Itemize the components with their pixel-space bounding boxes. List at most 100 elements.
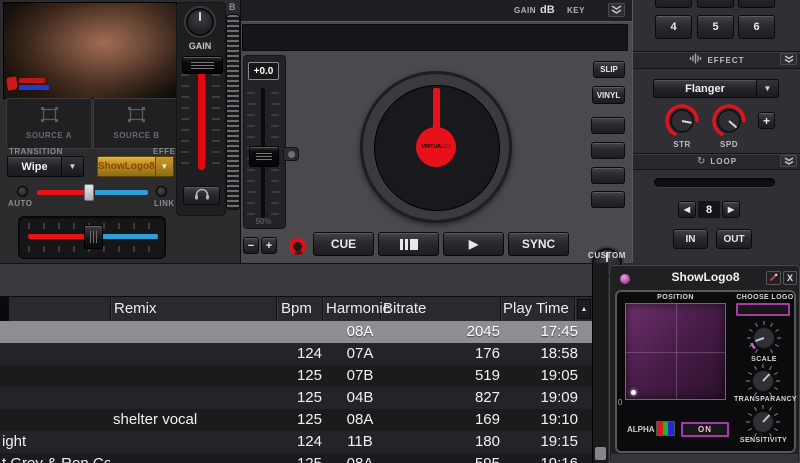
cell-bitrate: 827: [426, 387, 500, 409]
loop-header: ↻ LOOP: [633, 153, 800, 170]
pad-blank-4[interactable]: [591, 191, 625, 208]
pad-6[interactable]: 6: [738, 15, 775, 39]
sync-button[interactable]: SYNC: [508, 232, 569, 256]
table-row[interactable]: ight12411B18019:15: [0, 431, 592, 453]
gain-label: GAIN: [176, 41, 224, 51]
link-radio[interactable]: [156, 186, 167, 197]
loop-double-button[interactable]: ▶: [722, 201, 740, 218]
plugin-close-button[interactable]: X: [783, 271, 797, 285]
cell-time: 19:10: [503, 409, 578, 431]
custom-knob-label: CUSTOM: [584, 251, 630, 260]
plugin-edit-button[interactable]: [766, 271, 781, 285]
cell-remix: [113, 431, 261, 453]
transparency-knob[interactable]: [745, 363, 781, 399]
scale-knob[interactable]: [746, 320, 782, 356]
loop-out-button[interactable]: OUT: [716, 229, 752, 249]
browser-scrollbar[interactable]: [592, 263, 608, 463]
auto-radio[interactable]: [17, 186, 28, 197]
jog-center-logo: VIRTUALDJ: [416, 127, 456, 167]
alpha-on-button[interactable]: ON: [681, 422, 729, 437]
transition-value: Wipe: [8, 161, 61, 173]
loop-collapse-button[interactable]: [780, 155, 797, 167]
info-collapse-button[interactable]: [608, 3, 625, 17]
step-prev-icon: ◀: [684, 205, 690, 214]
table-row[interactable]: t Grey & Ron Costa12508A59519:16: [0, 453, 592, 463]
jog-wheel[interactable]: VIRTUALDJ: [360, 71, 512, 223]
effect-spd-knob[interactable]: [711, 103, 747, 139]
position-xy-pad[interactable]: [625, 303, 726, 400]
cell-remix: shelter vocal: [113, 409, 261, 431]
table-row[interactable]: 12504B82719:09: [0, 387, 592, 409]
effect-str-knob[interactable]: [664, 103, 700, 139]
scratch-strip[interactable]: [226, 14, 240, 210]
double-chevron-down-icon: [611, 1, 622, 19]
cell-remix: [113, 365, 261, 387]
alpha-color-swatch[interactable]: [656, 421, 675, 436]
record-indicator[interactable]: [289, 238, 306, 255]
link-label: LINK: [154, 199, 175, 208]
column-bpm[interactable]: Bpm: [281, 297, 312, 321]
vinyl-button[interactable]: VINYL: [592, 86, 625, 104]
table-row[interactable]: 12407A17618:58: [0, 343, 592, 365]
pad-blank-1[interactable]: [591, 117, 625, 134]
loop-position-bar[interactable]: [654, 178, 775, 187]
effect-collapse-button[interactable]: [780, 53, 797, 65]
gain-fader-handle[interactable]: [182, 56, 223, 74]
position-marker[interactable]: [631, 390, 636, 395]
crossfader-handle[interactable]: [84, 225, 103, 249]
effect-str-label: STR: [664, 140, 700, 149]
pad-1[interactable]: [655, 0, 692, 8]
column-bitrate[interactable]: Bitrate: [383, 297, 426, 321]
video-source-b[interactable]: SOURCE B: [93, 98, 180, 149]
pad-5[interactable]: 5: [697, 15, 734, 39]
column-playtime[interactable]: Play Time: [503, 297, 569, 321]
source-b-label: SOURCE B: [113, 131, 159, 140]
gain-knob[interactable]: [186, 8, 214, 36]
column-remix[interactable]: Remix: [114, 297, 157, 321]
play-button[interactable]: ▶: [443, 232, 504, 256]
cell-title: [2, 387, 110, 409]
pad-3[interactable]: [738, 0, 775, 8]
pitch-minus-button[interactable]: −: [243, 237, 259, 254]
pitch-plus-button[interactable]: +: [261, 237, 277, 254]
headphone-cue-button[interactable]: [183, 186, 220, 205]
pad-blank-3[interactable]: [591, 167, 625, 184]
info-db-label: dB: [540, 4, 555, 16]
browser-header-row: Remix Bpm Harmonic Bitrate Play Time ▲: [0, 296, 592, 322]
crossfader-panel: [18, 216, 166, 259]
pad-4[interactable]: 4: [655, 15, 692, 39]
video-source-a[interactable]: SOURCE A: [6, 98, 92, 149]
table-row[interactable]: shelter vocal12508A16919:10: [0, 409, 592, 431]
video-effect-select[interactable]: ShowLogo8 ▼: [97, 156, 174, 177]
cell-remix: [113, 387, 261, 409]
transition-slider-blue: [95, 190, 148, 195]
scale-label: SCALE: [746, 356, 782, 363]
cell-harmonic: 07B: [326, 365, 394, 387]
choose-logo-box[interactable]: [736, 303, 790, 316]
chevron-down-icon: ▼: [155, 157, 173, 176]
pad-2[interactable]: [697, 0, 734, 8]
pitch-reset-tab[interactable]: [283, 147, 299, 161]
column-harmonic[interactable]: Harmonic: [326, 297, 390, 321]
cell-title: [2, 365, 110, 387]
cell-bpm: 124: [256, 343, 322, 365]
loop-half-button[interactable]: ◀: [678, 201, 696, 218]
stutter-button[interactable]: [378, 232, 439, 256]
table-row[interactable]: 08A204517:45: [0, 321, 592, 343]
cell-bitrate: 169: [426, 409, 500, 431]
pitch-slider-handle[interactable]: [249, 146, 279, 167]
scrollbar-thumb[interactable]: [595, 447, 606, 460]
table-row[interactable]: 12507B51919:05: [0, 365, 592, 387]
pad-blank-2[interactable]: [591, 142, 625, 159]
cue-button[interactable]: CUE: [313, 232, 374, 256]
loop-length-value: 8: [697, 200, 721, 219]
slip-button[interactable]: SLIP: [593, 61, 625, 78]
sort-order-button[interactable]: ▲: [577, 299, 591, 319]
loop-in-button[interactable]: IN: [673, 229, 708, 249]
transition-select[interactable]: Wipe ▼: [7, 156, 84, 177]
effect-select[interactable]: Flanger ▼: [653, 79, 779, 98]
add-effect-button[interactable]: +: [758, 112, 775, 129]
transition-slider-handle[interactable]: [84, 184, 94, 201]
sensitivity-knob[interactable]: [745, 404, 781, 440]
cell-time: 19:09: [503, 387, 578, 409]
